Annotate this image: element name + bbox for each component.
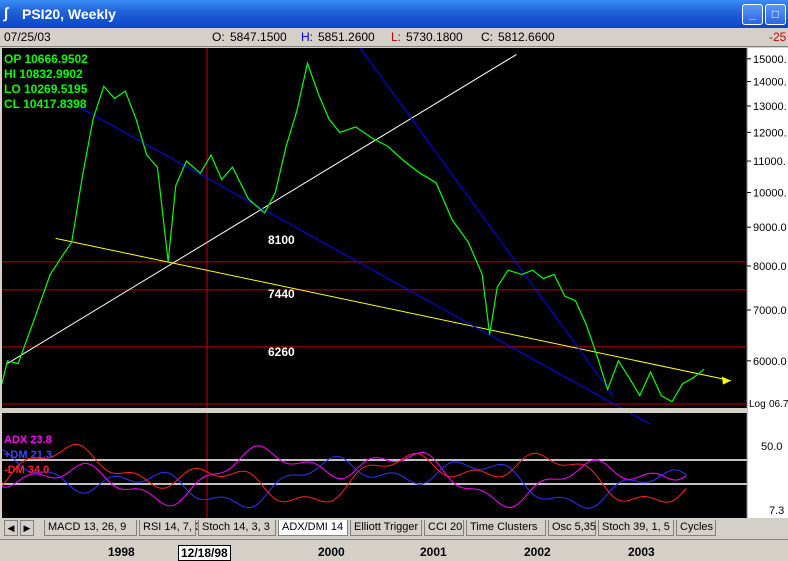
window-title: PSI20, Weekly <box>22 6 116 22</box>
indicator-legend: ADX 23.8 +DM 21.3 -DM 34.0 <box>4 433 52 478</box>
price-tick-label: 15000. <box>753 54 787 66</box>
chart-canvas[interactable]: 15000. 14000. 13000. 12000. 11000. 10000. 9000… <box>2 48 788 518</box>
tab-cycles[interactable]: Cycles <box>676 520 716 536</box>
level-label-7440: 7440 <box>268 287 295 301</box>
tab-rsi-14-7-3[interactable]: RSI 14, 7, 3 <box>139 520 201 536</box>
ohlc-high: HI 10832.9902 <box>4 67 83 81</box>
chart-area[interactable]: 15000. 14000. 13000. 12000. 11000. 10000. 9000… <box>2 48 788 518</box>
tab-cci-20[interactable]: CCI 20 <box>424 520 464 536</box>
level-label-6260: 6260 <box>268 345 295 359</box>
trendline-1 <box>55 237 732 382</box>
cursor-date-label: 12/18/98 <box>178 545 231 561</box>
price-tick-label: 11000. <box>753 156 786 168</box>
tab-stoch-14-3-3[interactable]: Stoch 14, 3, 3 <box>198 520 276 536</box>
tab-time-clusters[interactable]: Time Clusters <box>466 520 546 536</box>
minus-dm-readout: -DM 34.0 <box>4 464 50 476</box>
close-value: 5812.6600 <box>498 30 555 44</box>
high-value: 5851.2600 <box>318 30 375 44</box>
low-value: 5730.1800 <box>406 30 463 44</box>
time-label-2003: 2003 <box>628 545 655 559</box>
high-label: H: <box>301 30 313 44</box>
adx-line <box>2 445 687 509</box>
price-tick-label: 13000. <box>753 101 787 113</box>
pane-separator <box>2 408 747 413</box>
plus-dm-readout: +DM 21.3 <box>4 449 52 461</box>
price-tick-label: 10000. <box>753 187 787 199</box>
tab-scroll-right-button[interactable]: ▶ <box>20 520 34 536</box>
app-icon: ∫ <box>4 5 9 22</box>
info-date: 07/25/03 <box>4 30 51 44</box>
indicator-tabs: ◀ ▶ MACD 13, 26, 9 RSI 14, 7, 3 Stoch 14, … <box>2 518 788 538</box>
minimize-button[interactable]: _ <box>742 4 763 25</box>
minus-dm-line <box>2 444 687 503</box>
maximize-button[interactable]: □ <box>765 4 786 25</box>
low-label: L: <box>391 30 402 44</box>
ohlc-close: CL 10417.8398 <box>4 97 87 111</box>
ohlc-open: OP 10666.9502 <box>4 52 88 66</box>
ohlc-low: LO 10269.5195 <box>4 82 88 96</box>
ohlc-panel: OP 10666.9502 HI 10832.9902 LO 10269.519… <box>4 52 88 112</box>
price-tick-label: 9000.0 <box>753 222 787 234</box>
indicator-axis-lower: 7.3 <box>769 505 784 517</box>
indicator-axis-upper: 50.0 <box>761 441 782 453</box>
price-tick-label: 7000.0 <box>753 305 787 317</box>
price-series-line <box>2 61 705 403</box>
trendline-3 <box>359 48 614 396</box>
quote-info-bar: 07/25/03 O: 5847.1500 H: 5851.2600 L: 57… <box>0 28 788 47</box>
close-label: C: <box>481 30 493 44</box>
title-bar[interactable]: ∫ PSI20, Weekly _ □ <box>0 0 788 28</box>
price-tick-label: 12000. <box>753 127 787 139</box>
tab-elliott-trigger[interactable]: Elliott Trigger <box>350 520 422 536</box>
tab-adx-dmi-14[interactable]: ADX/DMI 14 <box>278 520 348 536</box>
tab-stoch-39-1-5[interactable]: Stoch 39, 1, 5 <box>598 520 674 536</box>
level-label-8100: 8100 <box>268 233 295 247</box>
tab-macd-13-26-9[interactable]: MACD 13, 26, 9 <box>44 520 137 536</box>
plus-dm-line <box>2 449 687 509</box>
price-tick-label: 6000.0 <box>753 356 787 368</box>
trendline-2 <box>76 105 651 425</box>
open-label: O: <box>212 30 225 44</box>
tab-scroll-left-button[interactable]: ◀ <box>4 520 18 536</box>
trendline-arrow <box>721 376 731 385</box>
time-axis: 1998 12/18/98 2000 2001 2002 2003 <box>0 539 788 561</box>
price-tick-label: 8000.0 <box>753 261 787 273</box>
open-value: 5847.1500 <box>230 30 287 44</box>
chart-window: ∫ PSI20, Weekly _ □ 07/25/03 O: 5847.150… <box>0 0 788 561</box>
edge-value-label: 06.7 <box>769 399 788 410</box>
adx-readout: ADX 23.8 <box>4 434 52 446</box>
time-label-2002: 2002 <box>524 545 551 559</box>
log-scale-marker: Log <box>749 399 766 410</box>
tab-osc-5-35[interactable]: Osc 5,35 <box>548 520 596 536</box>
time-label-2000: 2000 <box>318 545 345 559</box>
time-label-2001: 2001 <box>420 545 447 559</box>
change-value: -25 <box>769 30 787 44</box>
time-label-1998: 1998 <box>108 545 135 559</box>
price-tick-label: 14000. <box>753 77 787 89</box>
